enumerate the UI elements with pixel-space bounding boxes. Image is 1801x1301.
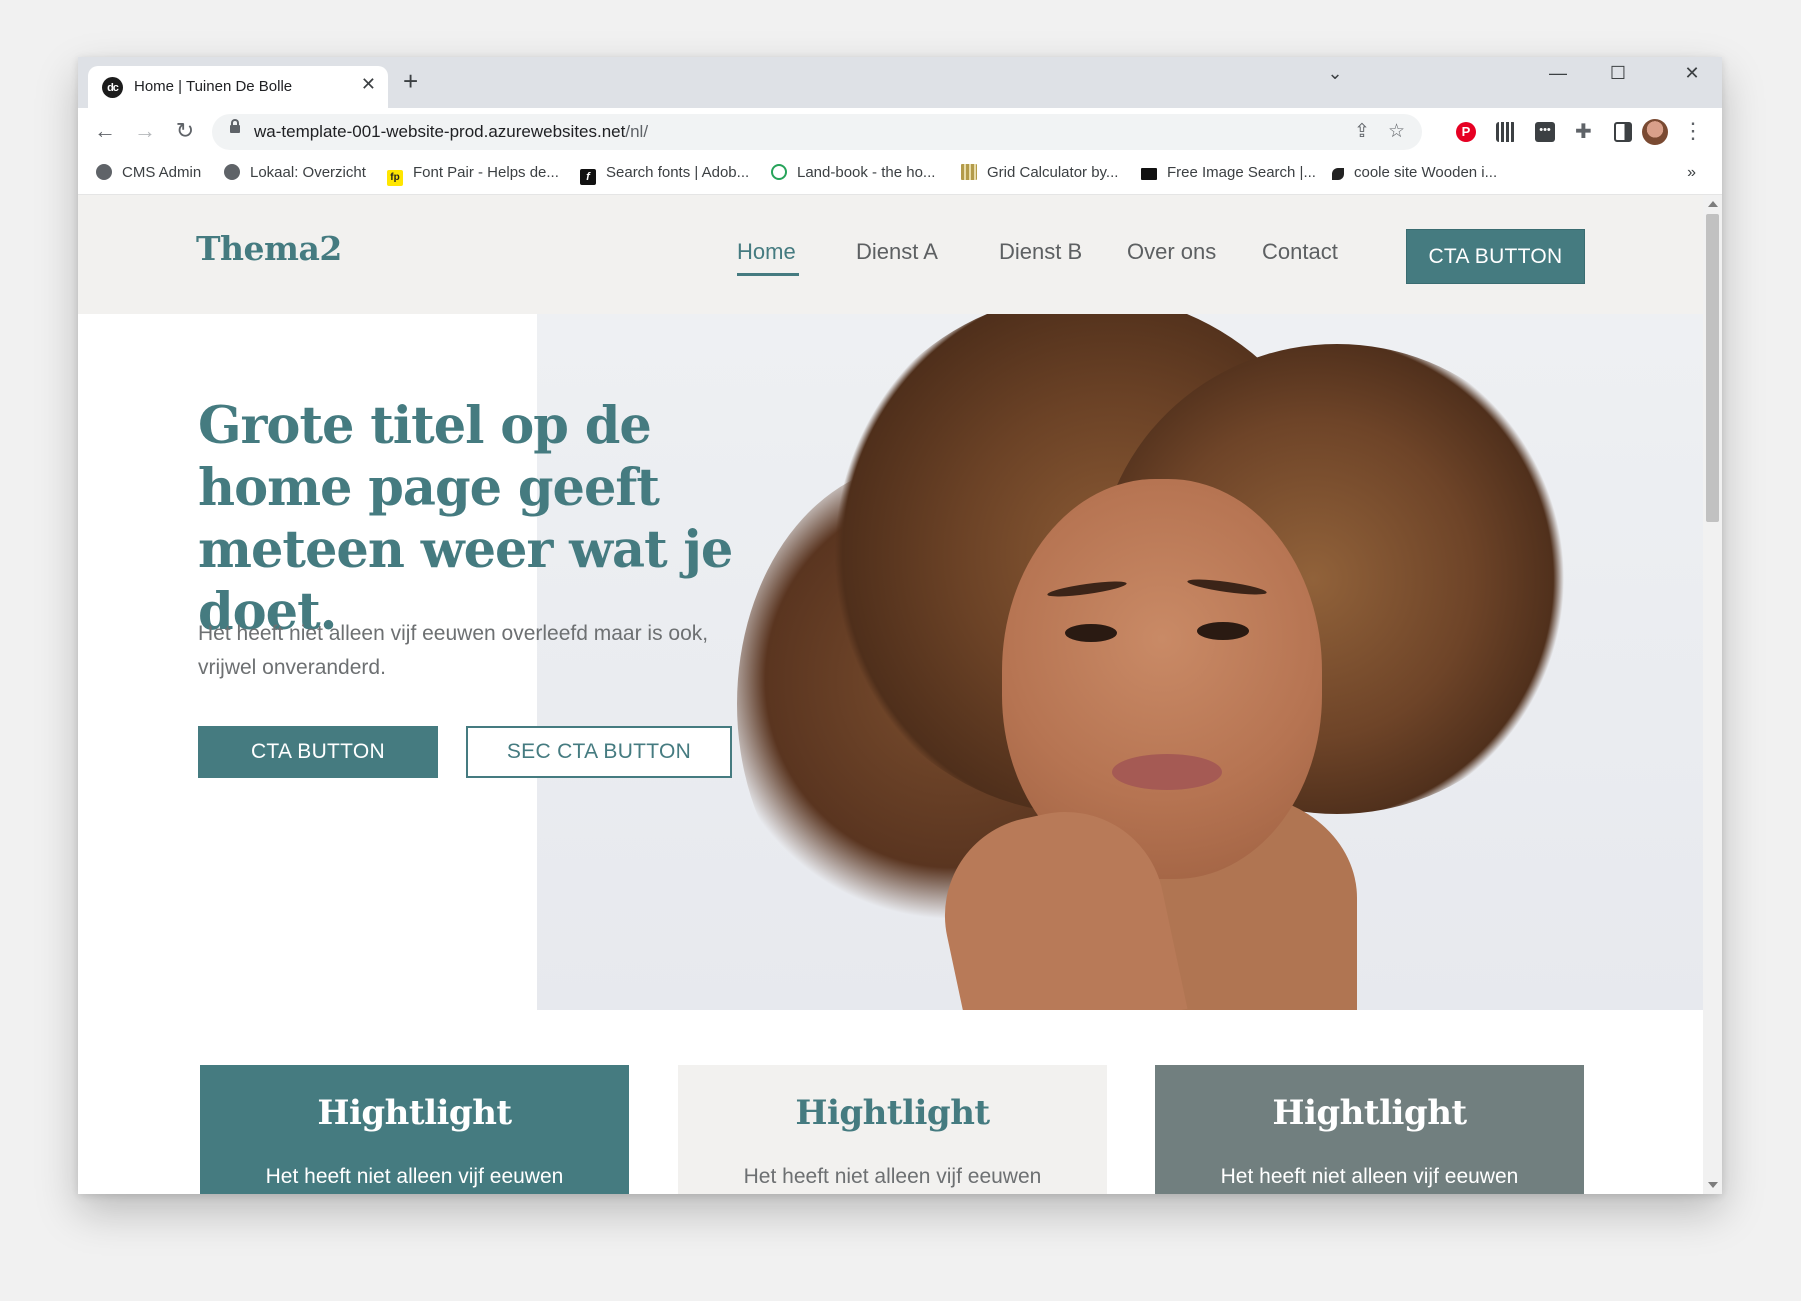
new-tab-button[interactable]: + [403,68,418,94]
site-favicon-icon: dc [102,77,123,98]
hero-photo-lips [1112,754,1222,790]
bookmark-font-pair[interactable]: fp Font Pair - Helps de... [387,164,559,186]
bookmarks-overflow-icon[interactable]: » [1687,164,1696,182]
hero-title: Grote titel op de home page geeft meteen… [198,396,733,642]
highlight-title: Hightlight [795,1093,990,1133]
header-cta-button[interactable]: CTA BUTTON [1406,229,1585,284]
bookmark-adobe-fonts[interactable]: f Search fonts | Adob... [580,164,749,185]
grid-icon [961,164,977,180]
highlight-title: Hightlight [1272,1093,1467,1133]
browser-toolbar: ← → ↻ wa-template-001-website-prod.azure… [78,108,1722,156]
highlight-text: Het heeft niet alleen vijf eeuwen [743,1165,1042,1188]
highlight-text: Het heeft niet alleen vijf eeuwen [265,1165,564,1188]
fp-icon: fp [387,170,403,186]
highlight-card: Hightlight Het heeft niet alleen vijf ee… [1155,1065,1584,1194]
leaf-icon [1332,168,1344,180]
highlight-text: Het heeft niet alleen vijf eeuwen [1220,1165,1519,1188]
hero-photo-eye [1065,624,1117,642]
extensions-puzzle-icon[interactable]: ✚ [1575,122,1595,142]
minimize-window-icon[interactable]: — [1538,63,1578,84]
maximize-window-icon[interactable]: ☐ [1598,63,1638,84]
site-header: Thema2 Home Dienst A Dienst B Over ons C… [78,195,1703,314]
back-icon[interactable]: ← [90,118,120,144]
globe-icon [224,164,240,180]
highlight-card: Hightlight Het heeft niet alleen vijf ee… [678,1065,1107,1194]
hero-text: Het heeft niet alleen vijf eeuwen overle… [198,622,709,679]
adobe-fonts-icon: f [580,169,596,185]
scroll-up-arrow-icon[interactable] [1708,201,1718,207]
scroll-down-arrow-icon[interactable] [1708,1182,1718,1188]
bookmark-label: Font Pair - Helps de... [413,164,559,181]
forward-icon[interactable]: → [130,118,160,144]
pinterest-extension-icon[interactable]: P [1456,122,1476,142]
bookmark-star-icon[interactable]: ☆ [1388,120,1405,143]
bookmark-label: Grid Calculator by... [987,164,1119,181]
bookmarks-bar: CMS Admin Lokaal: Overzicht fp Font Pair … [78,156,1722,195]
bookmark-coole-site[interactable]: coole site Wooden i... [1332,164,1497,181]
bookmark-label: coole site Wooden i... [1354,164,1498,181]
image-search-icon [1141,168,1157,180]
bookmark-label: Land-book - the ho... [797,164,936,181]
url-host: wa-template-001-website-prod.azurewebsit… [254,122,626,141]
site-logo[interactable]: Thema2 [196,229,342,268]
address-bar[interactable]: wa-template-001-website-prod.azurewebsit… [212,114,1422,150]
side-panel-icon[interactable] [1614,122,1632,142]
hero-photo-eye [1197,622,1249,640]
hero-secondary-cta-button[interactable]: SEC CTA BUTTON [466,726,732,778]
highlight-card: Hightlight Het heeft niet alleen vijf ee… [200,1065,629,1194]
nav-over-ons[interactable]: Over ons [1127,239,1216,265]
nav-dienst-a[interactable]: Dienst A [856,239,938,265]
qr-code-extension-icon[interactable] [1496,122,1516,142]
nav-active-underline [737,273,799,276]
globe-icon [96,164,112,180]
bookmark-free-image-search[interactable]: Free Image Search |... [1141,164,1316,181]
url-text[interactable]: wa-template-001-website-prod.azurewebsit… [254,122,648,142]
tab-strip: dc Home | Tuinen De Bolle ✕ + ⌄ — ☐ ✕ [78,57,1722,108]
bookmark-label: Lokaal: Overzicht [250,164,366,181]
url-path: /nl/ [625,122,649,141]
share-icon[interactable]: ⇪ [1354,120,1370,143]
browser-window: dc Home | Tuinen De Bolle ✕ + ⌄ — ☐ ✕ ← … [78,57,1722,1194]
bookmark-label: CMS Admin [122,164,202,181]
bookmark-lokaal-overzicht[interactable]: Lokaal: Overzicht [224,164,366,181]
nav-contact[interactable]: Contact [1262,239,1338,265]
nav-dienst-b[interactable]: Dienst B [999,239,1082,265]
bookmark-cms-admin[interactable]: CMS Admin [96,164,201,181]
scrollbar-thumb[interactable] [1706,214,1719,522]
lock-icon[interactable] [230,119,240,133]
tab-search-chevron-icon[interactable]: ⌄ [1315,63,1355,84]
web-page: Thema2 Home Dienst A Dienst B Over ons C… [78,195,1703,1194]
landbook-icon [771,164,787,180]
bookmark-grid-calculator[interactable]: Grid Calculator by... [961,164,1118,181]
nav-home[interactable]: Home [737,239,796,265]
page-scrollbar[interactable] [1703,195,1722,1194]
browser-tab-home[interactable]: dc Home | Tuinen De Bolle ✕ [88,66,388,108]
password-extension-icon[interactable]: ••• [1535,122,1555,142]
profile-avatar[interactable] [1642,119,1668,145]
reload-icon[interactable]: ↻ [170,118,200,144]
close-tab-icon[interactable]: ✕ [361,74,376,95]
browser-menu-icon[interactable]: ⋮ [1682,118,1704,144]
tab-title: Home | Tuinen De Bolle [134,78,293,95]
bookmark-label: Search fonts | Adob... [606,164,750,181]
bookmark-land-book[interactable]: Land-book - the ho... [771,164,935,181]
close-window-icon[interactable]: ✕ [1672,63,1712,84]
bookmark-label: Free Image Search |... [1167,164,1316,181]
hero-cta-button[interactable]: CTA BUTTON [198,726,438,778]
highlight-title: Hightlight [317,1093,512,1133]
